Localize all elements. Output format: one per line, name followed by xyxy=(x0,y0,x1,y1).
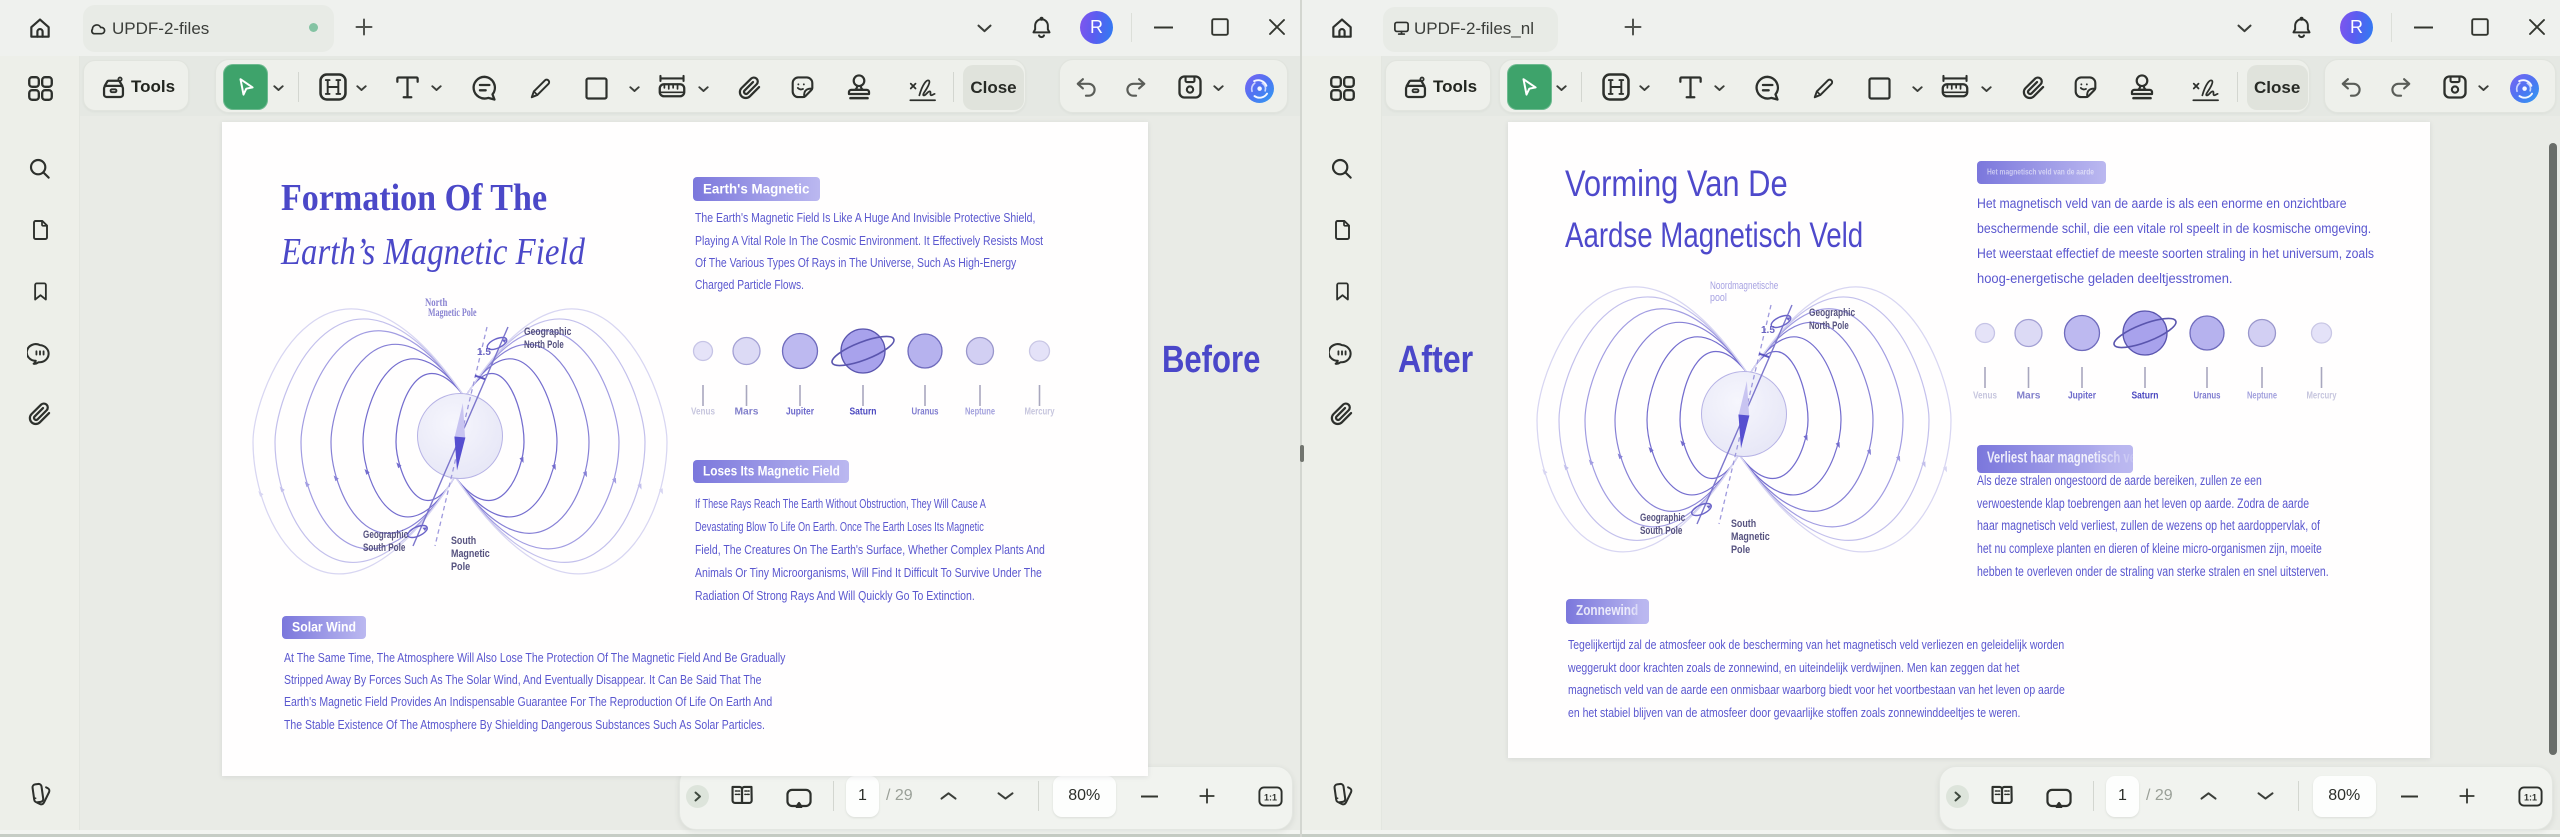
svg-text:Uranus: Uranus xyxy=(912,407,939,418)
svg-text:Neptune: Neptune xyxy=(965,407,995,418)
svg-text:Mars: Mars xyxy=(735,407,759,418)
svg-text:Saturn: Saturn xyxy=(2132,391,2159,402)
svg-text:Mercury: Mercury xyxy=(2307,391,2337,402)
svg-text:Mars: Mars xyxy=(2017,391,2041,402)
svg-text:1:1: 1:1 xyxy=(1264,792,1277,802)
svg-text:Saturn: Saturn xyxy=(850,407,877,418)
svg-text:Mercury: Mercury xyxy=(1025,407,1055,418)
svg-text:Jupiter: Jupiter xyxy=(2068,391,2096,402)
svg-text:Jupiter: Jupiter xyxy=(786,407,814,418)
svg-text:1:1: 1:1 xyxy=(2524,792,2537,802)
svg-text:Uranus: Uranus xyxy=(2194,391,2221,402)
svg-text:Neptune: Neptune xyxy=(2247,391,2277,402)
